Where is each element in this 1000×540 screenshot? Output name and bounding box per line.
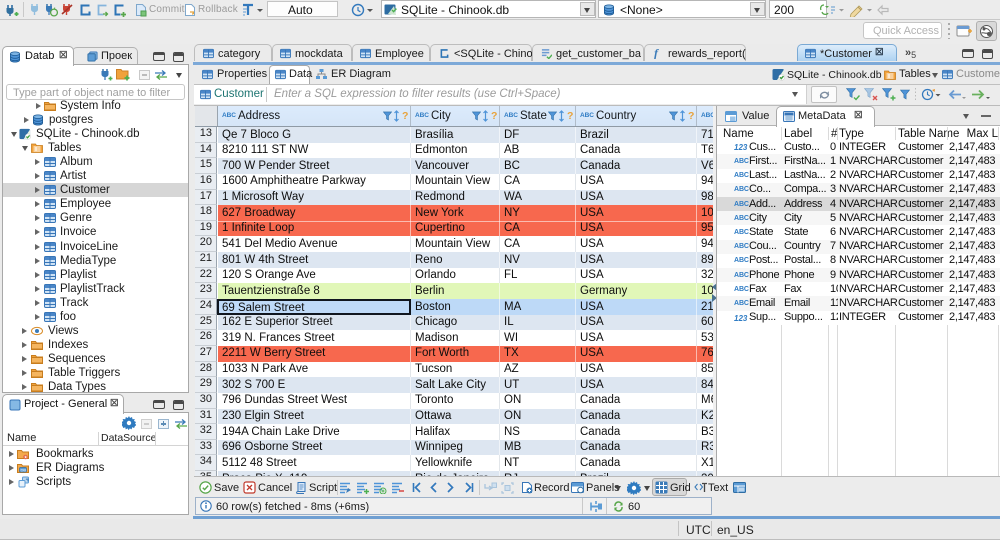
svg-text:DB: DB xyxy=(21,467,27,472)
svg-text:f: f xyxy=(654,46,659,59)
